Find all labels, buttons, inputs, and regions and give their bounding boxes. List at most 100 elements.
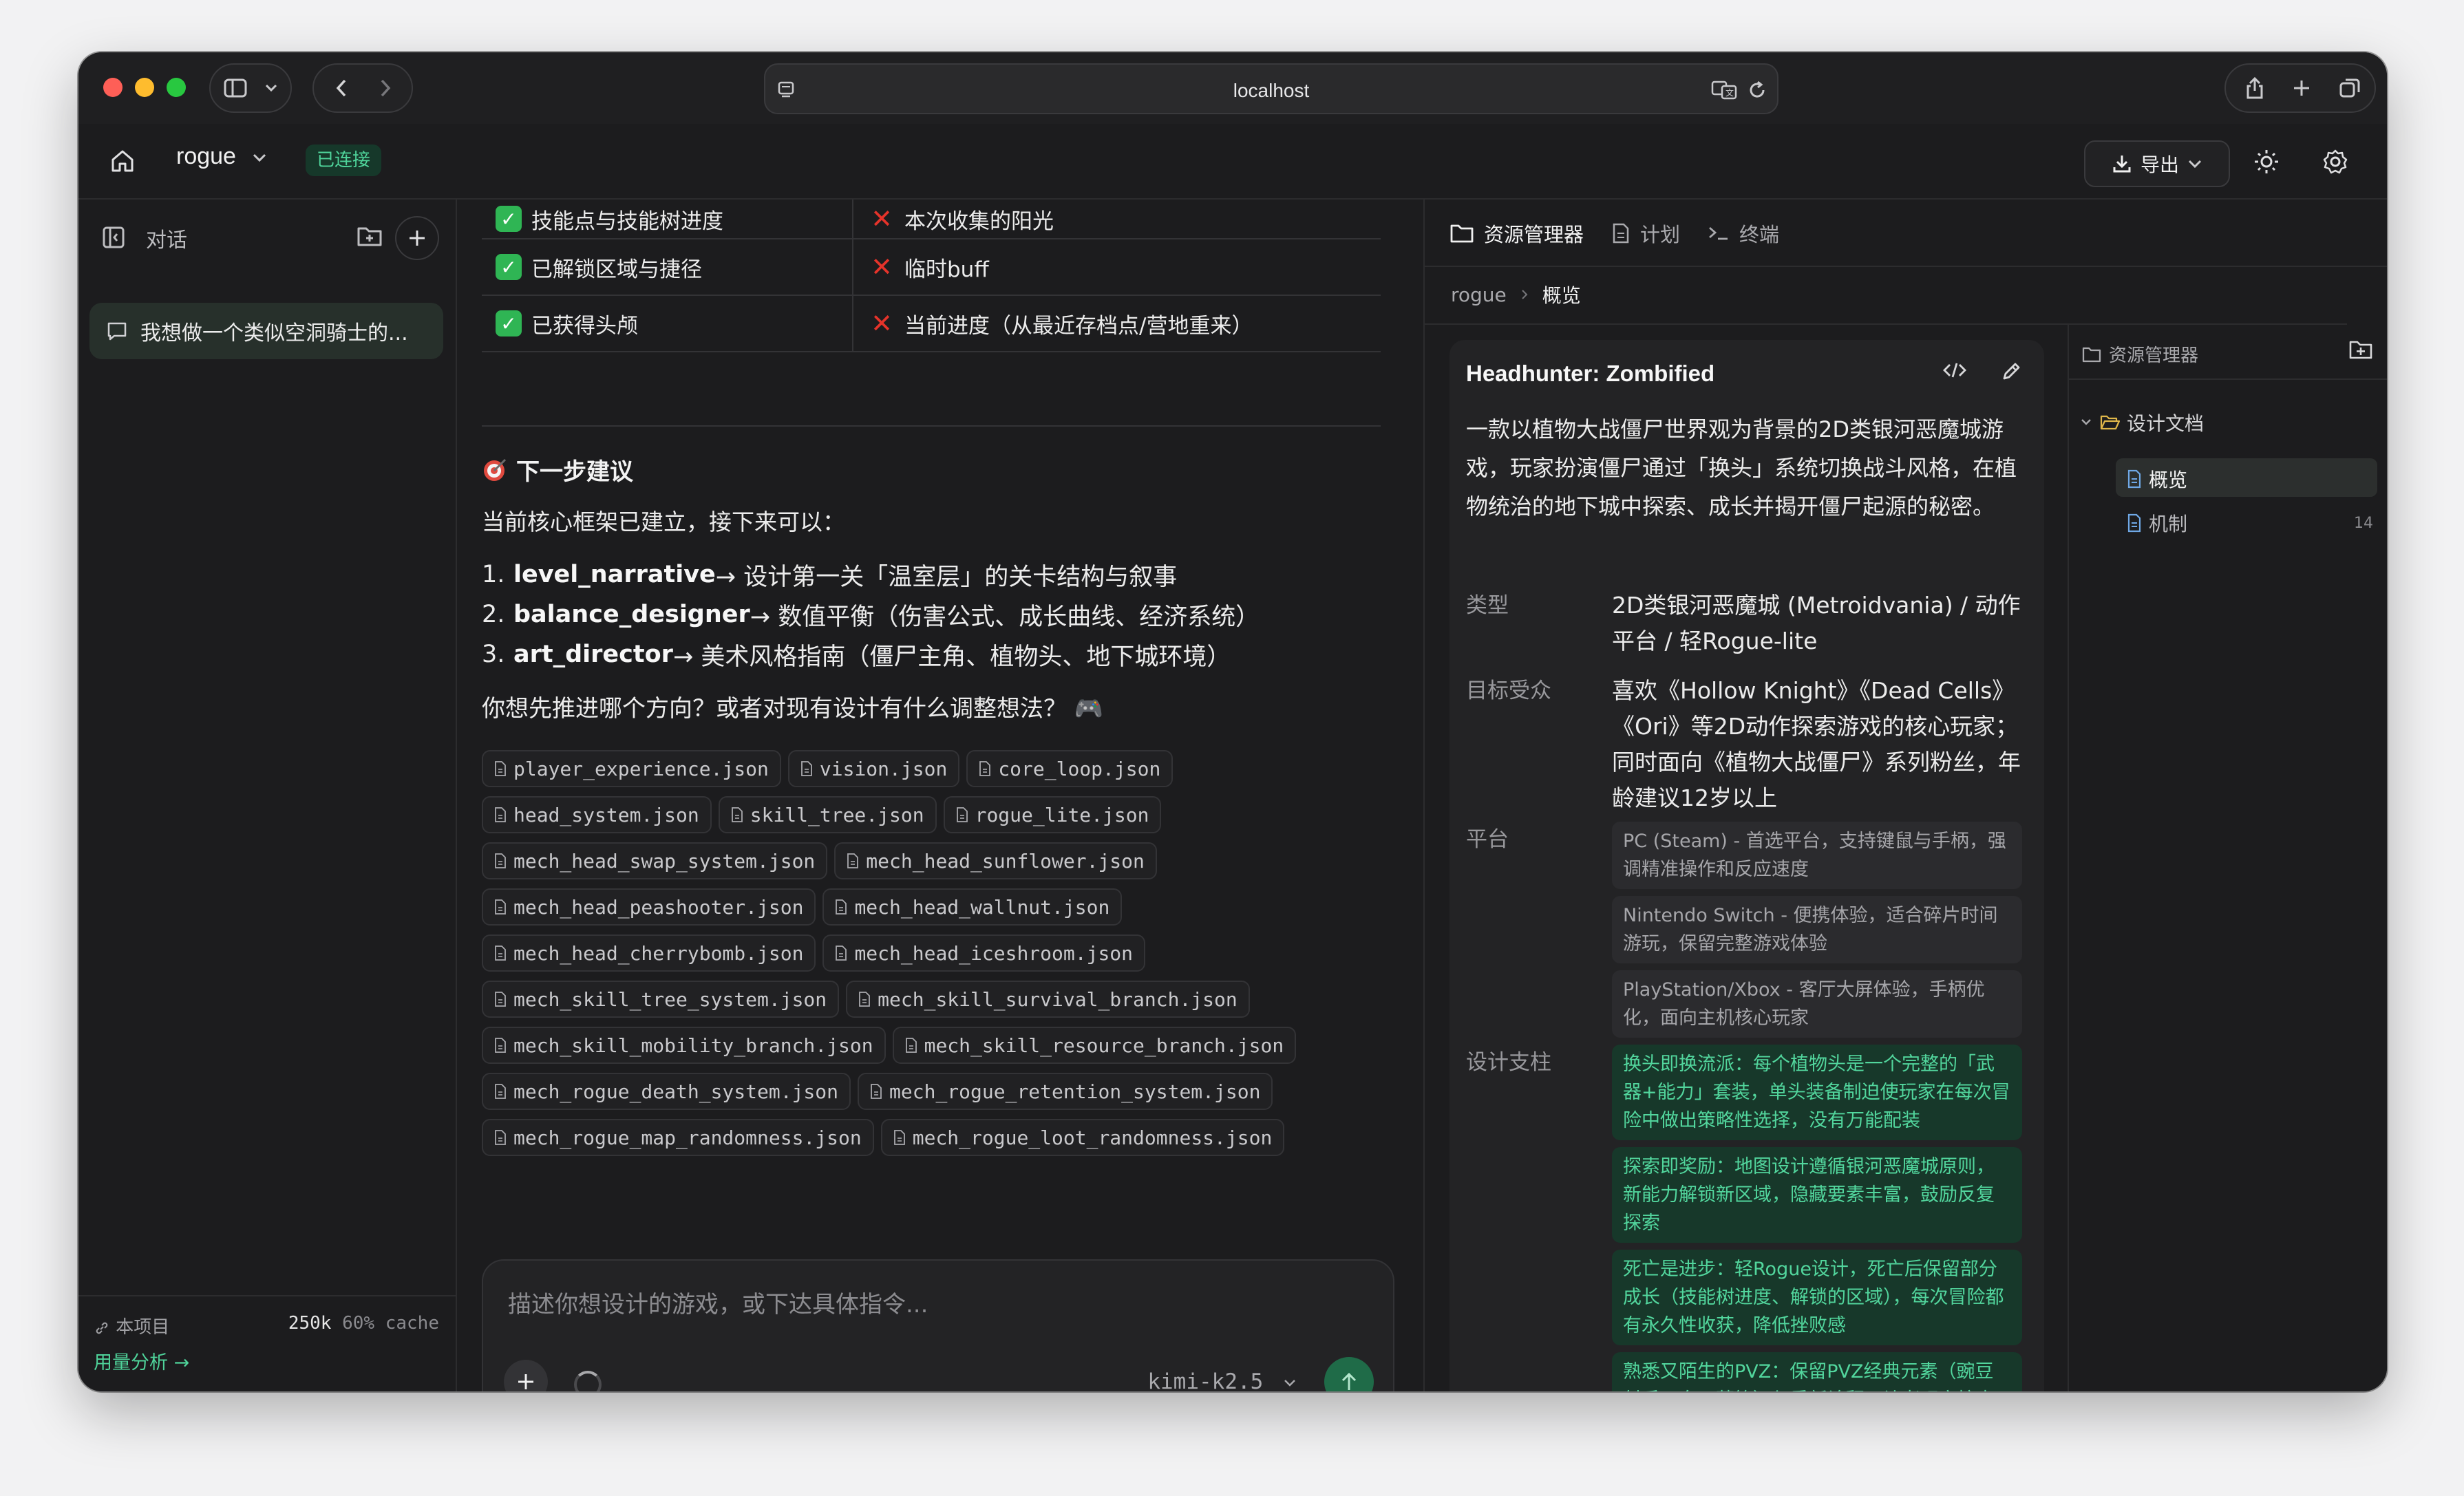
file-chip-label: mech_rogue_retention_system.json [889,1080,1261,1103]
file-tree-header: 资源管理器 [2069,323,2387,380]
document-icon [1611,222,1631,244]
audience-label: 目标受众 [1466,678,1551,703]
project-selector[interactable]: rogue [176,143,267,170]
new-folder-icon[interactable] [2348,339,2373,361]
file-chip[interactable]: mech_rogue_loot_randomness.json [880,1119,1285,1156]
file-chip-row: mech_skill_mobility_branch.json mech_skil… [482,1027,1390,1073]
close-window-button[interactable] [103,78,123,97]
conversation-item[interactable]: 我想做一个类似空洞骑士的... [89,303,443,359]
tree-item-overview[interactable]: 概览 [2127,465,2187,493]
file-chip-row: mech_head_peashooter.json mech_head_walln… [482,888,1390,934]
next-steps-heading: 下一步建议 [482,453,633,487]
platform-pill: Nintendo Switch - 便携体验，适合碎片时间游玩，保留完整游戏体验 [1612,896,2022,963]
pillar-pill: 探索即奖励：地图设计遵循银河恶魔城原则，新能力解锁新区域，隐藏要素丰富，鼓励反复… [1612,1147,2022,1243]
loading-spinner-icon [574,1371,602,1391]
code-view-icon[interactable] [1942,361,1967,383]
sidebar-title: 对话 [146,228,187,253]
address-bar[interactable]: localhost 文 [764,63,1778,114]
file-icon [979,760,991,777]
file-chip[interactable]: mech_skill_survival_branch.json [846,981,1250,1018]
browser-titlebar: localhost 文 [78,52,2387,124]
chevron-down-icon[interactable] [257,65,285,111]
sidebar-footer: 本项目 250k 60% cache 用量分析 → [78,1295,456,1391]
intro-text: 当前核心框架已建立，接下来可以： [482,509,845,535]
send-button[interactable] [1324,1357,1374,1391]
settings-gear-icon[interactable] [2322,149,2348,175]
item-count-badge: 14 [2354,515,2373,532]
file-chip[interactable]: mech_skill_mobility_branch.json [482,1027,886,1064]
export-button[interactable]: 导出 [2084,140,2230,187]
zoom-window-button[interactable] [167,78,186,97]
file-chip-row: mech_head_cherrybomb.json mech_head_icesh… [482,934,1390,981]
project-name: rogue [176,143,236,169]
table-row: ✓ 已获得头颅 ✕ 当前进度（从最近存档点/营地重来） [482,296,1381,352]
file-chip[interactable]: player_experience.json [482,750,781,787]
file-chip[interactable]: mech_head_sunflower.json [834,842,1157,879]
usage-analysis-link[interactable]: 用量分析 → [94,1347,189,1374]
file-chip[interactable]: rogue_lite.json [943,796,1162,833]
attach-button[interactable] [504,1360,548,1391]
file-icon [731,806,743,823]
home-icon[interactable] [109,147,136,175]
breadcrumb-item[interactable]: rogue [1451,284,1507,306]
share-icon[interactable] [2241,65,2269,111]
divider [1425,266,2387,267]
chat-bubble-icon [106,321,128,341]
message-input[interactable]: 描述你想设计的游戏，或下达具体指令... [508,1285,928,1319]
file-chip[interactable]: head_system.json [482,796,712,833]
file-chip[interactable]: mech_head_iceshroom.json [822,934,1146,972]
file-chip[interactable]: vision.json [787,750,960,787]
tree-item-mechanics[interactable]: 机制 [2127,509,2187,537]
message-composer: 描述你想设计的游戏，或下达具体指令... kimi-k2.5 [482,1259,1394,1391]
pillars-label: 设计支柱 [1466,1050,1551,1075]
forward-arrow-icon[interactable] [369,65,402,111]
pillar-pill: 熟悉又陌生的PVZ：保留PVZ经典元素（豌豆射手、向日葵等）但重新诠释，让老玩家… [1612,1352,2022,1391]
sidebar-toggle-icon[interactable] [222,65,249,111]
back-arrow-icon[interactable] [325,65,358,111]
file-chip[interactable]: core_loop.json [966,750,1173,787]
tree-folder-design-docs[interactable]: 设计文档 [2080,409,2204,436]
tab-overview-icon[interactable] [2336,65,2364,111]
minimize-window-button[interactable] [135,78,154,97]
edit-pencil-icon[interactable] [2000,361,2022,383]
file-chip[interactable]: mech_skill_resource_branch.json [892,1027,1297,1064]
breadcrumb-current: 概览 [1542,284,1581,307]
file-chip[interactable]: mech_rogue_map_randomness.json [482,1119,874,1156]
model-selector[interactable]: kimi-k2.5 [1147,1369,1297,1391]
sidebar-toggle-group[interactable] [209,63,292,113]
reload-icon[interactable] [1747,80,1767,100]
folder-icon [2081,345,2102,363]
translate-icon[interactable]: 文 [1711,80,1739,100]
file-chip-label: mech_head_sunflower.json [866,849,1145,873]
svg-text:文: 文 [1725,87,1734,98]
file-chip[interactable]: skill_tree.json [718,796,937,833]
file-chip[interactable]: mech_skill_tree_system.json [482,981,840,1018]
theme-toggle-icon[interactable] [2253,149,2280,175]
tab-explorer[interactable]: 资源管理器 [1449,219,1584,248]
file-chip[interactable]: mech_head_wallnut.json [822,888,1123,926]
file-chip-row: mech_skill_tree_system.json mech_skill_su… [482,981,1390,1027]
file-chip[interactable]: mech_head_cherrybomb.json [482,934,816,972]
table-row: ✓ 技能点与技能树进度 ✕ 本次收集的阳光 [482,200,1381,239]
file-chip[interactable]: mech_rogue_retention_system.json [858,1073,1273,1110]
chevron-down-icon [2080,418,2092,427]
file-chip[interactable]: mech_head_peashooter.json [482,888,816,926]
collapse-sidebar-icon[interactable] [102,226,125,249]
check-icon: ✓ [496,206,522,232]
file-chip[interactable]: mech_head_swap_system.json [482,842,828,879]
tab-plan[interactable]: 计划 [1611,219,1680,248]
file-icon [905,1037,917,1054]
file-icon [956,806,968,823]
file-chip-label: player_experience.json [513,757,769,780]
file-chip-row: mech_rogue_death_system.json mech_rogue_r… [482,1073,1390,1119]
file-chip[interactable]: mech_rogue_death_system.json [482,1073,851,1110]
connection-status-badge: 已连接 [306,145,382,176]
new-tab-icon[interactable] [2288,65,2315,111]
file-icon [870,1083,882,1100]
pillar-pill: 死亡是进步：轻Rogue设计，死亡后保留部分成长（技能树进度、解锁的区域），每次… [1612,1250,2022,1345]
new-folder-icon[interactable] [357,224,383,248]
genre-value: 2D类银河恶魔城 (Metroidvania) / 动作平台 / 轻Rogue-… [1612,592,2021,654]
new-conversation-button[interactable] [395,216,439,260]
tab-terminal[interactable]: 终端 [1708,219,1779,248]
file-chip-label: mech_rogue_death_system.json [513,1080,839,1103]
